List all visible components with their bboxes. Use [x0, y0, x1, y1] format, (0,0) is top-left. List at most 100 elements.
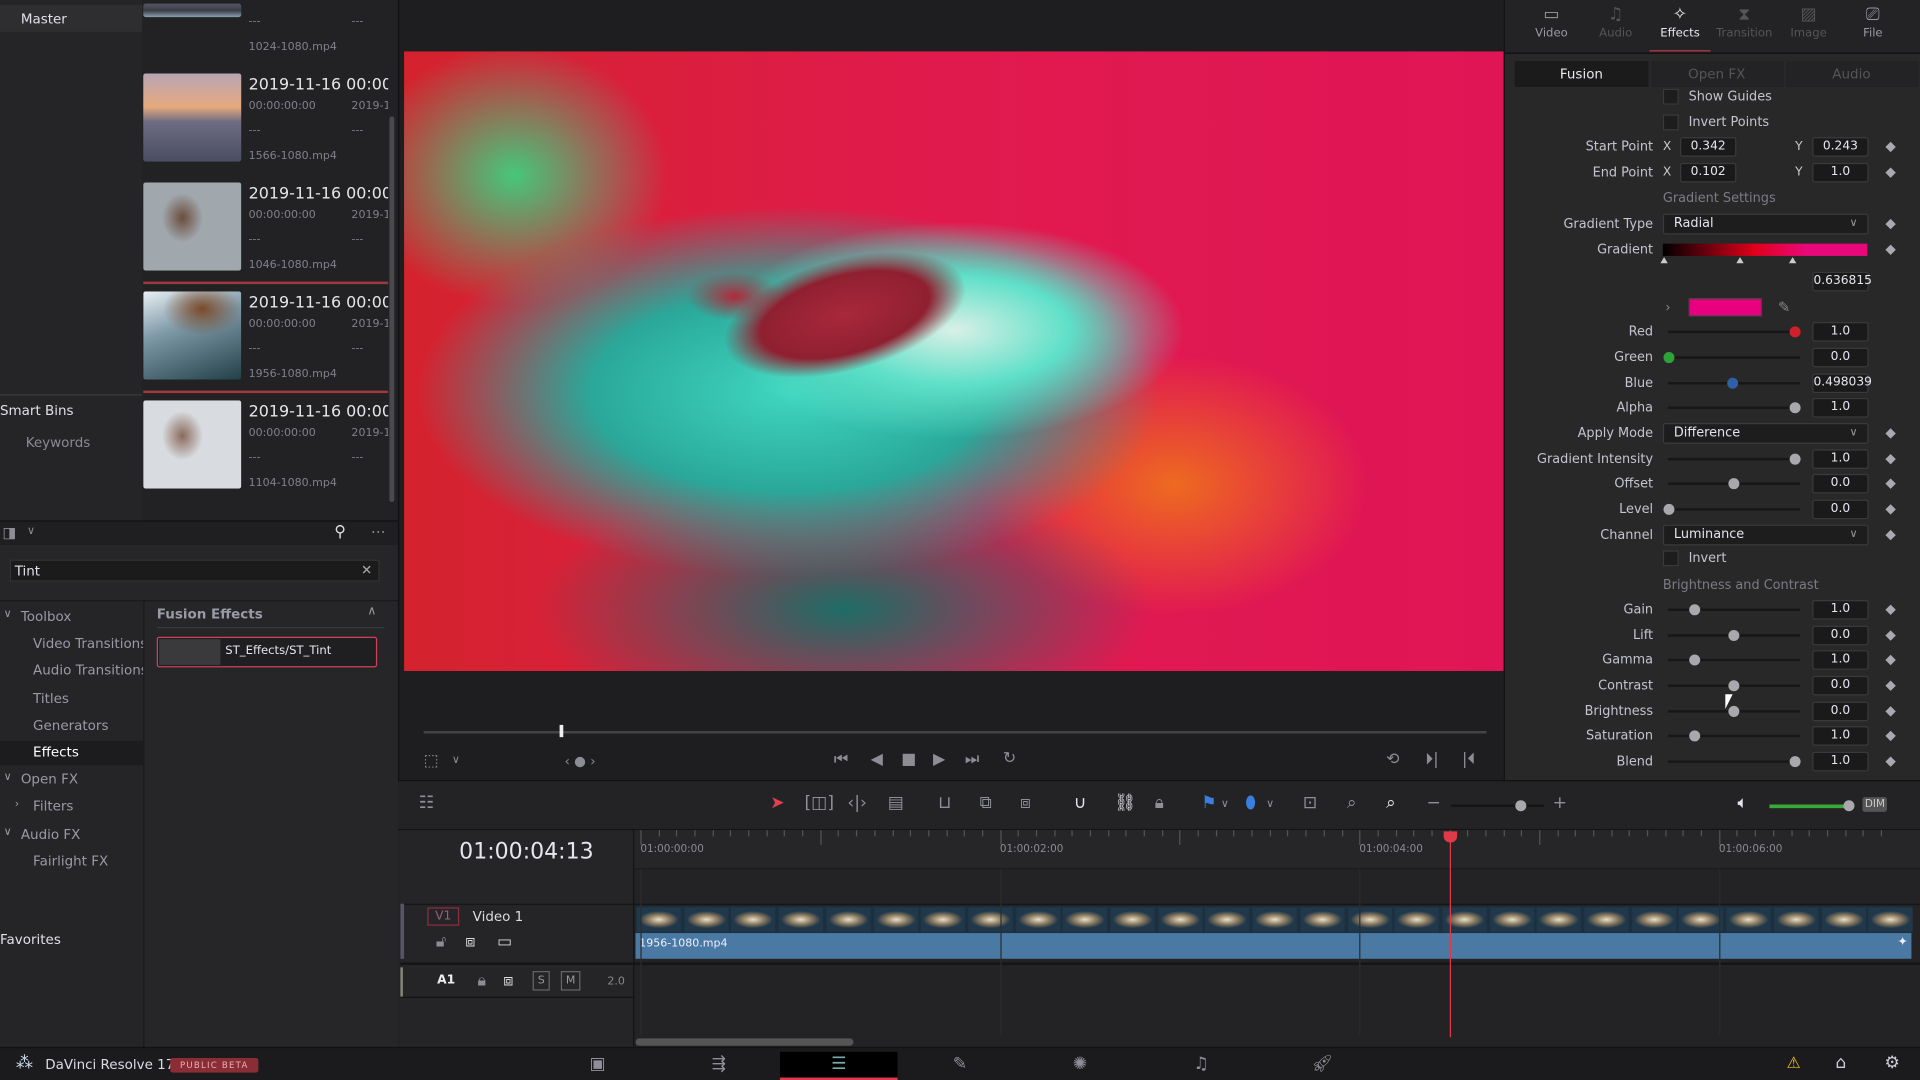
blade-tool-icon[interactable]: ▤: [888, 795, 904, 812]
selection-tool-icon[interactable]: ➤: [770, 795, 784, 812]
zoom-slider-handle[interactable]: [1515, 800, 1527, 812]
replace-clip-icon[interactable]: ⧈: [1020, 795, 1031, 812]
blend-value-input[interactable]: 1.0: [1812, 751, 1869, 772]
volume-slider-handle[interactable]: [1843, 800, 1855, 812]
media-item[interactable]: 2019-11-16 00:00:00 00:00:00:00 2019-11-16…: [143, 281, 389, 389]
level-slider[interactable]: [1667, 508, 1801, 511]
blend-slider-handle[interactable]: [1789, 756, 1801, 768]
cut-page-icon[interactable]: ⇶: [660, 1052, 778, 1080]
eyedropper-icon[interactable]: ✎: [1778, 299, 1790, 316]
tab-transition[interactable]: ⧗ Transition: [1714, 5, 1775, 52]
contrast-slider-handle[interactable]: [1728, 680, 1740, 692]
zoom-in-icon[interactable]: +: [1553, 795, 1567, 812]
tree-item[interactable]: ∨ Audio FX: [0, 822, 143, 846]
full-extent-zoom-icon[interactable]: ⊡: [1303, 795, 1317, 812]
chevron-down-icon[interactable]: ∨: [1266, 799, 1274, 811]
gamma-slider-handle[interactable]: [1689, 654, 1701, 666]
effects-search-input[interactable]: Tint ✕: [9, 559, 380, 582]
loop-icon[interactable]: ↻: [1003, 751, 1016, 767]
auto-select-icon[interactable]: ⧈: [503, 973, 513, 989]
clear-search-icon[interactable]: ✕: [361, 562, 372, 578]
volume-icon[interactable]: 🔈︎: [1738, 795, 1748, 812]
gamma-value-input[interactable]: 1.0: [1812, 650, 1869, 670]
red-value-input[interactable]: 1.0: [1812, 322, 1869, 342]
show-guides-checkbox[interactable]: [1662, 88, 1679, 105]
end-point-x-input[interactable]: 0.102: [1680, 162, 1737, 183]
tab-audio[interactable]: ♫ Audio: [1585, 5, 1646, 52]
tree-item[interactable]: ∨ Open FX: [0, 768, 143, 792]
timeline-scrollbar[interactable]: [635, 1038, 854, 1046]
auto-select-icon[interactable]: ⧈: [465, 934, 475, 950]
color-swatch[interactable]: [1688, 298, 1763, 317]
gain-slider[interactable]: [1667, 608, 1801, 612]
tree-item[interactable]: Generators: [0, 714, 143, 738]
volume-slider[interactable]: [1769, 804, 1849, 809]
expand-chevron-icon[interactable]: ›: [1665, 299, 1670, 315]
mute-button[interactable]: M: [560, 971, 581, 991]
contrast-value-input[interactable]: 0.0: [1812, 675, 1869, 696]
tree-item[interactable]: Titles: [0, 686, 143, 710]
subtab-fusion[interactable]: Fusion: [1514, 61, 1649, 87]
subtab-open-fx[interactable]: Open FX: [1649, 61, 1782, 87]
home-icon[interactable]: ⌂: [1836, 1053, 1847, 1073]
media-page-icon[interactable]: ▣: [539, 1052, 657, 1080]
effect-item-st-tint[interactable]: ST_Effects/ST_Tint: [156, 636, 378, 668]
saturation-value-input[interactable]: 1.0: [1812, 726, 1869, 746]
invert-checkbox[interactable]: [1662, 550, 1679, 567]
gradient-intensity-slider[interactable]: [1667, 457, 1801, 461]
gradient-intensity-value-input[interactable]: 1.0: [1812, 449, 1869, 469]
flag-icon[interactable]: ⚑: [1201, 795, 1216, 812]
blue-slider-handle[interactable]: [1727, 377, 1739, 389]
go-to-start-icon[interactable]: ⏮: [834, 752, 848, 768]
gradient-stop-handle[interactable]: [1789, 257, 1797, 264]
marker-icon[interactable]: ⬮: [1245, 795, 1256, 812]
alpha-slider-handle[interactable]: [1789, 402, 1801, 414]
v1-track-toggle[interactable]: V1: [427, 907, 460, 926]
tab-image[interactable]: ▨ Image: [1778, 5, 1839, 52]
start-point-x-input[interactable]: 0.342: [1680, 137, 1737, 157]
level-slider-handle[interactable]: [1663, 503, 1675, 515]
gain-slider-handle[interactable]: [1689, 604, 1701, 616]
red-slider[interactable]: [1667, 330, 1801, 334]
green-slider[interactable]: [1667, 356, 1801, 359]
detail-zoom-icon[interactable]: ⌕: [1347, 795, 1357, 812]
step-back-icon[interactable]: ◀: [871, 752, 883, 768]
collapse-chevron-icon[interactable]: ∧: [367, 605, 376, 618]
dim-button[interactable]: DIM: [1862, 797, 1888, 812]
position-lock-icon[interactable]: 🔒︎: [1155, 795, 1164, 812]
warning-icon[interactable]: ⚠: [1787, 1054, 1801, 1072]
apply-mode-dropdown[interactable]: Difference ∨: [1662, 423, 1869, 444]
track-lock-icon[interactable]: 🔓︎: [436, 934, 446, 950]
alpha-slider[interactable]: [1667, 406, 1801, 409]
brightness-slider-handle[interactable]: [1728, 705, 1740, 717]
green-value-input[interactable]: 0.0: [1812, 347, 1869, 368]
gradient-intensity-slider-handle[interactable]: [1789, 453, 1801, 465]
track-lock-icon[interactable]: 🔒︎: [478, 973, 486, 989]
tree-item[interactable]: ∨ Toolbox: [0, 605, 143, 629]
linked-selection-icon[interactable]: ⛓: [1114, 795, 1136, 812]
viewer-scrubber[interactable]: [423, 731, 1487, 734]
tree-item[interactable]: Effects: [0, 740, 144, 766]
overwrite-clip-icon[interactable]: ⧉: [980, 795, 992, 812]
media-item[interactable]: --- --- 1024-1080.mp4: [143, 0, 388, 62]
tab-video[interactable]: ▭ Video: [1521, 5, 1582, 52]
custom-zoom-icon[interactable]: ⌕: [1386, 795, 1396, 812]
gradient-bar[interactable]: [1662, 243, 1868, 256]
green-slider-handle[interactable]: [1663, 352, 1675, 364]
saturation-slider[interactable]: [1667, 734, 1801, 738]
gradient-stop-handle[interactable]: [1736, 257, 1744, 264]
end-point-y-input[interactable]: 1.0: [1812, 162, 1869, 183]
video-preview-image[interactable]: [404, 51, 1504, 672]
dynamic-trim-icon[interactable]: ‹|›: [847, 795, 866, 812]
panel-layout-icon[interactable]: ◨: [2, 525, 16, 540]
blue-value-input[interactable]: 0.498039: [1812, 373, 1872, 394]
tree-item[interactable]: › Filters: [0, 795, 143, 819]
gradient-type-dropdown[interactable]: Radial ∨: [1662, 213, 1869, 235]
stop-icon[interactable]: ■: [901, 752, 916, 768]
fusion-page-icon[interactable]: ✎: [901, 1052, 1019, 1080]
gamma-slider[interactable]: [1667, 658, 1801, 662]
tree-item[interactable]: Fairlight FX: [0, 850, 143, 874]
scrubber-handle[interactable]: [559, 724, 564, 738]
tree-item[interactable]: Video Transitions: [0, 632, 147, 656]
tab-file[interactable]: ⎚ File: [1842, 5, 1903, 52]
